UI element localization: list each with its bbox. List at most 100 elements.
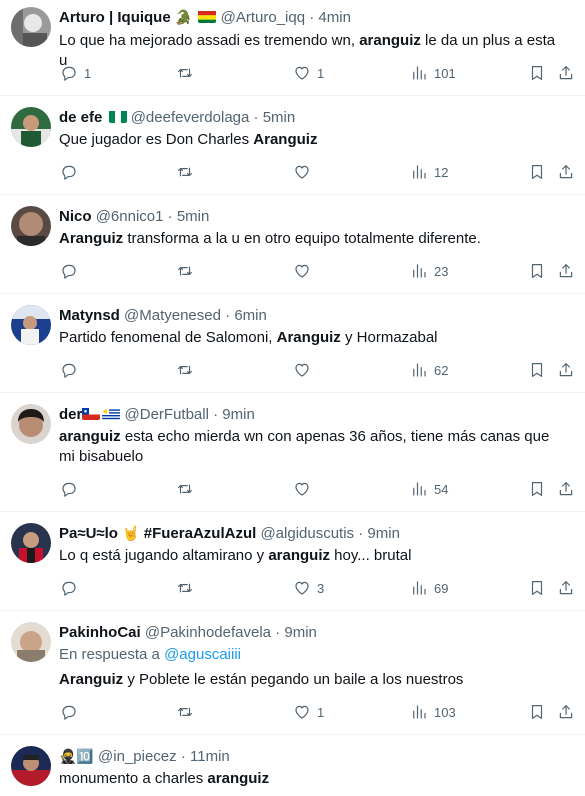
retweet-icon bbox=[178, 707, 192, 717]
share-button[interactable] bbox=[557, 261, 575, 281]
like-button[interactable] bbox=[293, 162, 317, 182]
retweet-button[interactable] bbox=[176, 63, 200, 83]
reply-mention-link[interactable]: @aguscaiiii bbox=[164, 646, 241, 663]
like-button[interactable] bbox=[293, 360, 317, 380]
tweet-actions: 12 bbox=[0, 162, 585, 182]
like-button[interactable]: 1 bbox=[293, 702, 324, 722]
retweet-button[interactable] bbox=[176, 162, 200, 182]
reply-button[interactable] bbox=[60, 702, 84, 722]
nigeria-flag-icon bbox=[108, 110, 127, 123]
share-button[interactable] bbox=[557, 702, 575, 722]
user-handle[interactable]: @algiduscutis bbox=[260, 525, 354, 542]
separator-dot: · bbox=[275, 624, 281, 641]
display-name[interactable]: Arturo | Iquique bbox=[59, 9, 171, 26]
tweet-item[interactable]: Pa≈U≈lo 🤘 #FueraAzulAzul @algiduscutis ·… bbox=[0, 512, 585, 611]
user-handle[interactable]: @6nnico1 bbox=[96, 208, 164, 225]
retweet-button[interactable] bbox=[176, 360, 200, 380]
user-handle[interactable]: @Pakinhodefavela bbox=[145, 624, 271, 641]
bookmark-button[interactable] bbox=[528, 702, 546, 722]
user-handle[interactable]: @in_piecez bbox=[98, 748, 177, 765]
tweet-item[interactable]: Matynsd @Matyenesed · 6min Partido fenom… bbox=[0, 294, 585, 393]
reply-button[interactable] bbox=[60, 261, 84, 281]
views-button[interactable]: 23 bbox=[410, 261, 448, 281]
bookmark-button[interactable] bbox=[528, 360, 546, 380]
highlight-keyword: aranguiz bbox=[359, 32, 421, 49]
reply-button[interactable]: 1 bbox=[60, 63, 91, 83]
avatar[interactable] bbox=[11, 404, 51, 444]
share-button[interactable] bbox=[557, 162, 575, 182]
views-button[interactable]: 54 bbox=[410, 479, 448, 499]
display-name[interactable]: Matynsd bbox=[59, 307, 120, 324]
views-button[interactable]: 12 bbox=[410, 162, 448, 182]
avatar[interactable] bbox=[11, 7, 51, 47]
analytics-icon bbox=[413, 705, 426, 719]
bookmark-button[interactable] bbox=[528, 578, 546, 598]
tweet-item[interactable]: Nico @6nnico1 · 5min Aranguiz transforma… bbox=[0, 195, 585, 294]
timestamp[interactable]: 4min bbox=[318, 9, 351, 26]
reply-icon bbox=[62, 705, 76, 720]
user-handle[interactable]: @Matyenesed bbox=[124, 307, 221, 324]
tweet-item[interactable]: Arturo | Iquique 🐊 @Arturo_iqq · 4min Lo… bbox=[0, 0, 585, 96]
bookmark-button[interactable] bbox=[528, 162, 546, 182]
bookmark-button[interactable] bbox=[528, 63, 546, 83]
display-name[interactable]: de efe bbox=[59, 109, 102, 126]
bookmark-button[interactable] bbox=[528, 261, 546, 281]
bookmark-button[interactable] bbox=[528, 479, 546, 499]
like-button[interactable]: 3 bbox=[293, 578, 324, 598]
views-button[interactable]: 62 bbox=[410, 360, 448, 380]
display-name[interactable]: PakinhoCai bbox=[59, 624, 141, 641]
tweet-item[interactable]: der @DerFutball · 9min aranguiz esta ech… bbox=[0, 393, 585, 512]
timestamp[interactable]: 9min bbox=[284, 624, 317, 641]
retweet-button[interactable] bbox=[176, 479, 200, 499]
display-name[interactable]: Pa≈U≈lo bbox=[59, 525, 118, 542]
tweet-item[interactable]: de efe @deefeverdolaga · 5min Que jugado… bbox=[0, 96, 585, 195]
share-button[interactable] bbox=[557, 578, 575, 598]
reply-button[interactable] bbox=[60, 162, 84, 182]
tweet-item[interactable]: 🥷🔟 @in_piecez · 11min monumento a charle… bbox=[0, 735, 585, 796]
avatar[interactable] bbox=[11, 523, 51, 563]
like-button[interactable] bbox=[293, 479, 317, 499]
views-button[interactable]: 101 bbox=[410, 63, 456, 83]
like-button[interactable]: 1 bbox=[293, 63, 324, 83]
views-button[interactable]: 103 bbox=[410, 702, 456, 722]
like-button[interactable] bbox=[293, 261, 317, 281]
reply-button[interactable] bbox=[60, 360, 84, 380]
avatar[interactable] bbox=[11, 622, 51, 662]
reply-icon bbox=[62, 165, 76, 180]
retweet-button[interactable] bbox=[176, 702, 200, 722]
reply-count: 1 bbox=[84, 65, 92, 81]
tweet-actions: 62 bbox=[0, 360, 585, 380]
share-button[interactable] bbox=[557, 479, 575, 499]
views-button[interactable]: 69 bbox=[410, 578, 448, 598]
bookmark-icon bbox=[531, 705, 543, 719]
display-name[interactable]: der bbox=[59, 406, 82, 423]
share-button[interactable] bbox=[557, 360, 575, 380]
timestamp[interactable]: 11min bbox=[190, 748, 230, 765]
user-handle[interactable]: @Arturo_iqq bbox=[221, 9, 305, 26]
display-name[interactable]: Nico bbox=[59, 208, 92, 225]
bolivia-flag-icon bbox=[198, 10, 217, 23]
tweet-item[interactable]: PakinhoCai @Pakinhodefavela · 9min En re… bbox=[0, 611, 585, 735]
share-icon bbox=[559, 363, 573, 377]
display-name-hashtag: #FueraAzulAzul bbox=[143, 525, 257, 542]
avatar[interactable] bbox=[11, 305, 51, 345]
retweet-button[interactable] bbox=[176, 578, 200, 598]
retweet-icon bbox=[178, 167, 192, 177]
avatar[interactable] bbox=[11, 746, 51, 786]
timestamp[interactable]: 5min bbox=[177, 208, 210, 225]
avatar[interactable] bbox=[11, 206, 51, 246]
tweet-text: aranguiz esta echo mierda wn con apenas … bbox=[59, 428, 550, 465]
avatar[interactable] bbox=[11, 107, 51, 147]
reply-button[interactable] bbox=[60, 578, 84, 598]
user-handle[interactable]: @deefeverdolaga bbox=[131, 109, 250, 126]
timestamp[interactable]: 9min bbox=[367, 525, 400, 542]
user-handle[interactable]: @DerFutball bbox=[125, 406, 209, 423]
timestamp[interactable]: 6min bbox=[234, 307, 267, 324]
share-button[interactable] bbox=[557, 63, 575, 83]
tweet-actions: 1 1 101 bbox=[0, 63, 585, 83]
reply-button[interactable] bbox=[60, 479, 84, 499]
timestamp[interactable]: 5min bbox=[263, 109, 296, 126]
display-name[interactable]: 🥷🔟 bbox=[59, 749, 94, 765]
retweet-button[interactable] bbox=[176, 261, 200, 281]
timestamp[interactable]: 9min bbox=[222, 406, 255, 423]
